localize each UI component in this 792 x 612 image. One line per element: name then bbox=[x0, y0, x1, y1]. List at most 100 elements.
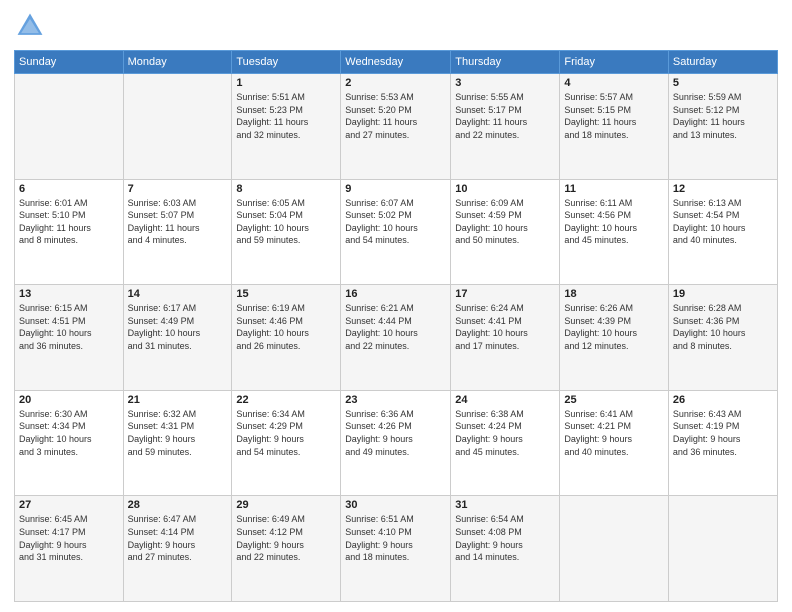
header bbox=[14, 10, 778, 42]
day-info: Sunrise: 6:51 AM Sunset: 4:10 PM Dayligh… bbox=[345, 513, 446, 563]
day-info: Sunrise: 6:26 AM Sunset: 4:39 PM Dayligh… bbox=[564, 302, 663, 352]
day-info: Sunrise: 5:53 AM Sunset: 5:20 PM Dayligh… bbox=[345, 91, 446, 141]
day-info: Sunrise: 6:54 AM Sunset: 4:08 PM Dayligh… bbox=[455, 513, 555, 563]
day-info: Sunrise: 6:15 AM Sunset: 4:51 PM Dayligh… bbox=[19, 302, 119, 352]
day-number: 12 bbox=[673, 183, 773, 195]
day-cell bbox=[560, 496, 668, 602]
day-cell: 20 Sunrise: 6:30 AM Sunset: 4:34 PM Dayli… bbox=[15, 390, 124, 496]
day-number: 26 bbox=[673, 394, 773, 406]
day-cell: 23 Sunrise: 6:36 AM Sunset: 4:26 PM Dayli… bbox=[341, 390, 451, 496]
day-cell: 5Sunrise: 5:59 AM Sunset: 5:12 PM Daylig… bbox=[668, 74, 777, 180]
day-number: 6 bbox=[19, 183, 119, 195]
day-info: Sunrise: 6:41 AM Sunset: 4:21 PM Dayligh… bbox=[564, 408, 663, 458]
week-row-5: 27 Sunrise: 6:45 AM Sunset: 4:17 PM Dayli… bbox=[15, 496, 778, 602]
day-info: Sunrise: 6:47 AM Sunset: 4:14 PM Dayligh… bbox=[128, 513, 228, 563]
day-number: 8 bbox=[236, 183, 336, 195]
day-info: Sunrise: 6:09 AM Sunset: 4:59 PM Dayligh… bbox=[455, 197, 555, 247]
day-cell: 26Sunrise: 6:43 AM Sunset: 4:19 PM Dayli… bbox=[668, 390, 777, 496]
day-info: Sunrise: 6:38 AM Sunset: 4:24 PM Dayligh… bbox=[455, 408, 555, 458]
day-number: 27 bbox=[19, 499, 119, 511]
day-number: 9 bbox=[345, 183, 446, 195]
weekday-header-saturday: Saturday bbox=[668, 51, 777, 74]
day-info: Sunrise: 5:51 AM Sunset: 5:23 PM Dayligh… bbox=[236, 91, 336, 141]
day-cell: 7Sunrise: 6:03 AM Sunset: 5:07 PM Daylig… bbox=[123, 179, 232, 285]
calendar-table: SundayMondayTuesdayWednesdayThursdayFrid… bbox=[14, 50, 778, 602]
day-number: 23 bbox=[345, 394, 446, 406]
week-row-1: 1 Sunrise: 5:51 AM Sunset: 5:23 PM Daylig… bbox=[15, 74, 778, 180]
weekday-header-monday: Monday bbox=[123, 51, 232, 74]
day-cell: 25Sunrise: 6:41 AM Sunset: 4:21 PM Dayli… bbox=[560, 390, 668, 496]
weekday-header-sunday: Sunday bbox=[15, 51, 124, 74]
day-info: Sunrise: 6:34 AM Sunset: 4:29 PM Dayligh… bbox=[236, 408, 336, 458]
day-cell: 3 Sunrise: 5:55 AM Sunset: 5:17 PM Daylig… bbox=[451, 74, 560, 180]
day-cell: 16Sunrise: 6:21 AM Sunset: 4:44 PM Dayli… bbox=[341, 285, 451, 391]
day-info: Sunrise: 6:49 AM Sunset: 4:12 PM Dayligh… bbox=[236, 513, 336, 563]
day-info: Sunrise: 6:07 AM Sunset: 5:02 PM Dayligh… bbox=[345, 197, 446, 247]
day-number: 30 bbox=[345, 499, 446, 511]
day-cell: 10 Sunrise: 6:09 AM Sunset: 4:59 PM Dayli… bbox=[451, 179, 560, 285]
day-number: 11 bbox=[564, 183, 663, 195]
weekday-header-wednesday: Wednesday bbox=[341, 51, 451, 74]
day-info: Sunrise: 5:59 AM Sunset: 5:12 PM Dayligh… bbox=[673, 91, 773, 141]
day-info: Sunrise: 6:45 AM Sunset: 4:17 PM Dayligh… bbox=[19, 513, 119, 563]
day-cell: 12 Sunrise: 6:13 AM Sunset: 4:54 PM Dayli… bbox=[668, 179, 777, 285]
day-cell: 29 Sunrise: 6:49 AM Sunset: 4:12 PM Dayli… bbox=[232, 496, 341, 602]
day-number: 2 bbox=[345, 77, 446, 89]
weekday-header-thursday: Thursday bbox=[451, 51, 560, 74]
day-info: Sunrise: 6:32 AM Sunset: 4:31 PM Dayligh… bbox=[128, 408, 228, 458]
day-cell: 21Sunrise: 6:32 AM Sunset: 4:31 PM Dayli… bbox=[123, 390, 232, 496]
day-number: 17 bbox=[455, 288, 555, 300]
day-info: Sunrise: 6:30 AM Sunset: 4:34 PM Dayligh… bbox=[19, 408, 119, 458]
day-info: Sunrise: 5:55 AM Sunset: 5:17 PM Dayligh… bbox=[455, 91, 555, 141]
day-cell: 30 Sunrise: 6:51 AM Sunset: 4:10 PM Dayli… bbox=[341, 496, 451, 602]
day-cell: 31 Sunrise: 6:54 AM Sunset: 4:08 PM Dayli… bbox=[451, 496, 560, 602]
day-info: Sunrise: 6:05 AM Sunset: 5:04 PM Dayligh… bbox=[236, 197, 336, 247]
day-info: Sunrise: 6:01 AM Sunset: 5:10 PM Dayligh… bbox=[19, 197, 119, 247]
day-number: 28 bbox=[128, 499, 228, 511]
week-row-3: 13Sunrise: 6:15 AM Sunset: 4:51 PM Dayli… bbox=[15, 285, 778, 391]
logo bbox=[14, 10, 50, 42]
day-number: 22 bbox=[236, 394, 336, 406]
weekday-header-tuesday: Tuesday bbox=[232, 51, 341, 74]
day-number: 1 bbox=[236, 77, 336, 89]
day-number: 16 bbox=[345, 288, 446, 300]
day-cell: 6 Sunrise: 6:01 AM Sunset: 5:10 PM Daylig… bbox=[15, 179, 124, 285]
day-cell: 18Sunrise: 6:26 AM Sunset: 4:39 PM Dayli… bbox=[560, 285, 668, 391]
day-number: 31 bbox=[455, 499, 555, 511]
day-info: Sunrise: 6:03 AM Sunset: 5:07 PM Dayligh… bbox=[128, 197, 228, 247]
weekday-header-row: SundayMondayTuesdayWednesdayThursdayFrid… bbox=[15, 51, 778, 74]
day-cell: 1 Sunrise: 5:51 AM Sunset: 5:23 PM Daylig… bbox=[232, 74, 341, 180]
day-number: 19 bbox=[673, 288, 773, 300]
day-info: Sunrise: 6:11 AM Sunset: 4:56 PM Dayligh… bbox=[564, 197, 663, 247]
day-info: Sunrise: 5:57 AM Sunset: 5:15 PM Dayligh… bbox=[564, 91, 663, 141]
day-info: Sunrise: 6:28 AM Sunset: 4:36 PM Dayligh… bbox=[673, 302, 773, 352]
day-cell: 22 Sunrise: 6:34 AM Sunset: 4:29 PM Dayli… bbox=[232, 390, 341, 496]
day-number: 24 bbox=[455, 394, 555, 406]
week-row-4: 20 Sunrise: 6:30 AM Sunset: 4:34 PM Dayli… bbox=[15, 390, 778, 496]
day-number: 14 bbox=[128, 288, 228, 300]
day-info: Sunrise: 6:36 AM Sunset: 4:26 PM Dayligh… bbox=[345, 408, 446, 458]
day-cell bbox=[123, 74, 232, 180]
day-cell: 19 Sunrise: 6:28 AM Sunset: 4:36 PM Dayli… bbox=[668, 285, 777, 391]
day-cell bbox=[15, 74, 124, 180]
day-number: 29 bbox=[236, 499, 336, 511]
day-cell: 28 Sunrise: 6:47 AM Sunset: 4:14 PM Dayli… bbox=[123, 496, 232, 602]
day-cell: 24 Sunrise: 6:38 AM Sunset: 4:24 PM Dayli… bbox=[451, 390, 560, 496]
day-info: Sunrise: 6:24 AM Sunset: 4:41 PM Dayligh… bbox=[455, 302, 555, 352]
day-cell: 2 Sunrise: 5:53 AM Sunset: 5:20 PM Daylig… bbox=[341, 74, 451, 180]
weekday-header-friday: Friday bbox=[560, 51, 668, 74]
day-cell: 13Sunrise: 6:15 AM Sunset: 4:51 PM Dayli… bbox=[15, 285, 124, 391]
day-number: 4 bbox=[564, 77, 663, 89]
day-cell: 17 Sunrise: 6:24 AM Sunset: 4:41 PM Dayli… bbox=[451, 285, 560, 391]
day-info: Sunrise: 6:13 AM Sunset: 4:54 PM Dayligh… bbox=[673, 197, 773, 247]
day-number: 10 bbox=[455, 183, 555, 195]
day-number: 3 bbox=[455, 77, 555, 89]
day-cell: 15Sunrise: 6:19 AM Sunset: 4:46 PM Dayli… bbox=[232, 285, 341, 391]
day-cell: 8 Sunrise: 6:05 AM Sunset: 5:04 PM Daylig… bbox=[232, 179, 341, 285]
day-number: 20 bbox=[19, 394, 119, 406]
day-cell: 9 Sunrise: 6:07 AM Sunset: 5:02 PM Daylig… bbox=[341, 179, 451, 285]
calendar-page: SundayMondayTuesdayWednesdayThursdayFrid… bbox=[0, 0, 792, 612]
day-cell bbox=[668, 496, 777, 602]
day-cell: 27 Sunrise: 6:45 AM Sunset: 4:17 PM Dayli… bbox=[15, 496, 124, 602]
day-cell: 4 Sunrise: 5:57 AM Sunset: 5:15 PM Daylig… bbox=[560, 74, 668, 180]
